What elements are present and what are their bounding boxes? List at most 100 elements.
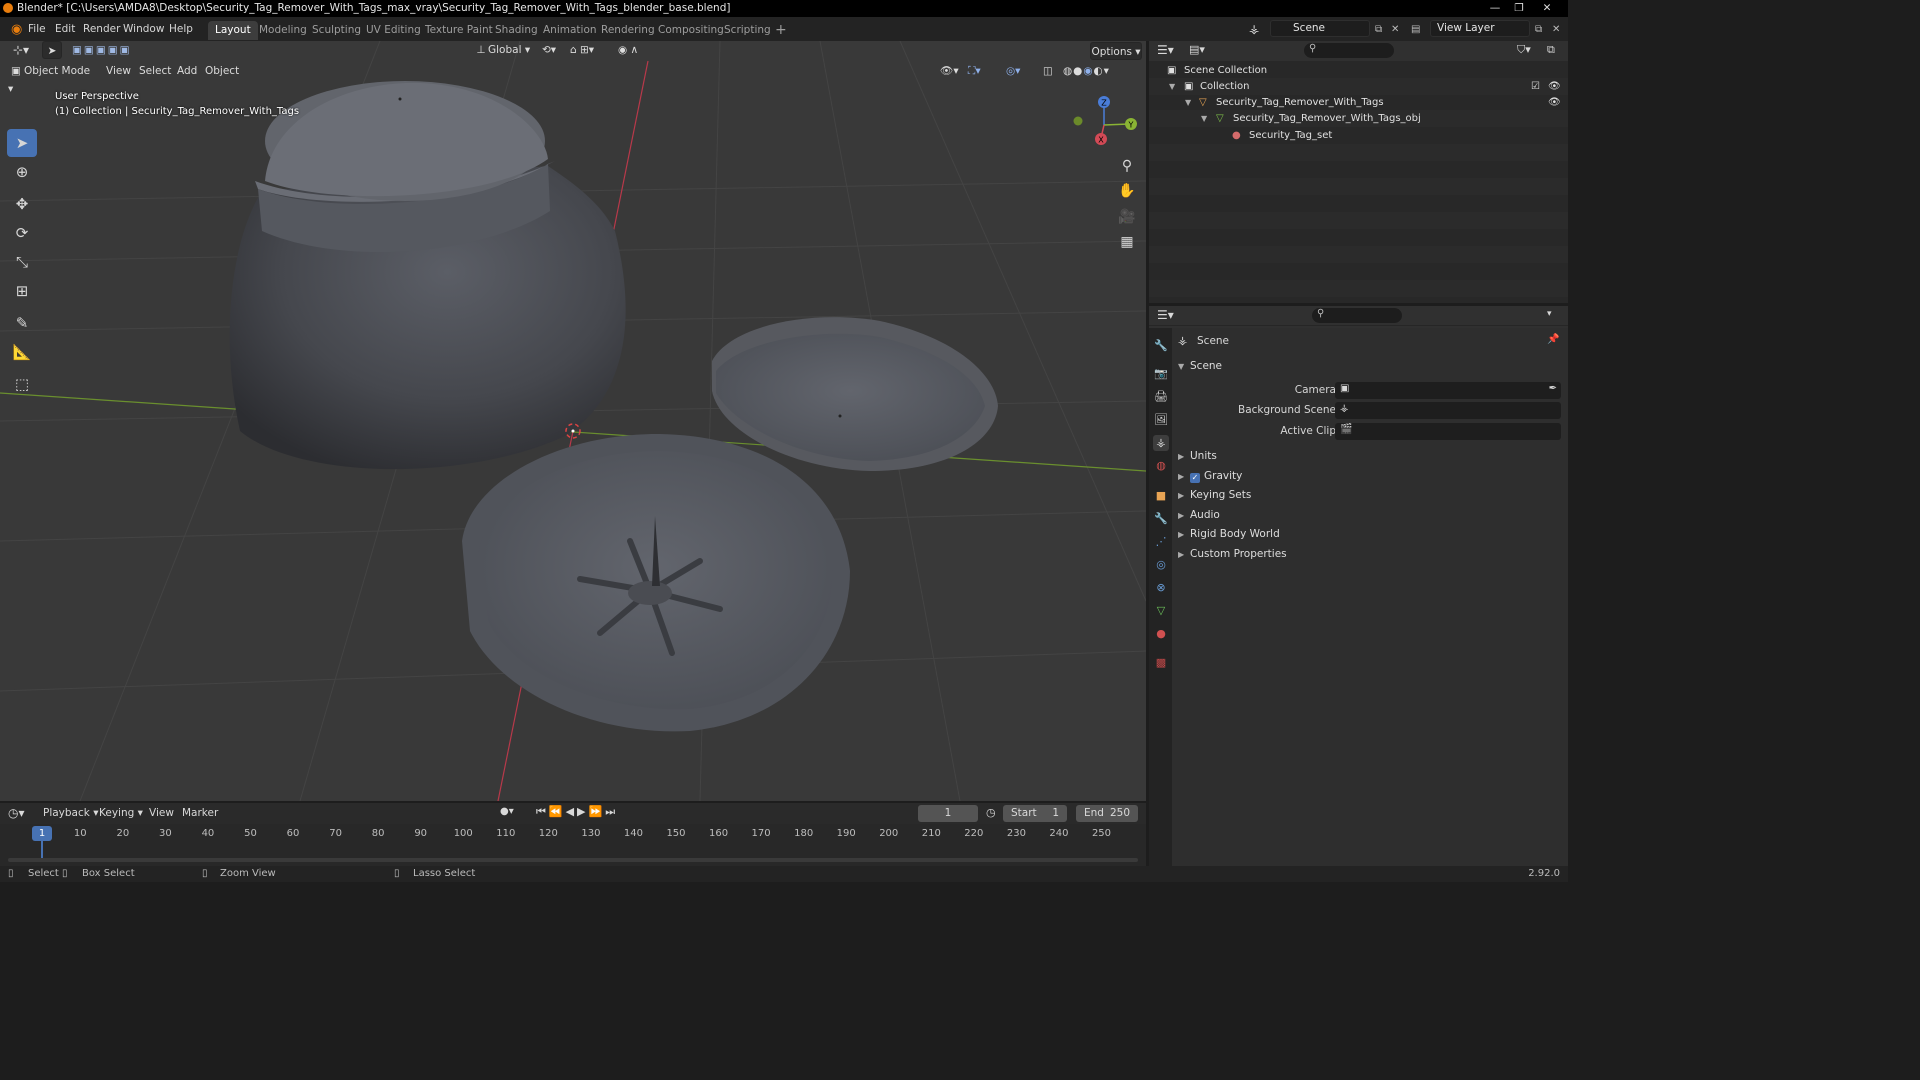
options-dropdown[interactable]: Options ▾ bbox=[1090, 42, 1142, 60]
background-scene-field[interactable]: ⚶ bbox=[1335, 402, 1561, 419]
3d-viewport[interactable]: Z Y X ⊹▾ ➤ ▣▣▣▣▣ ⊥ Global ▾ ⟲▾ ⌂ ⊞▾ ◉ ∧ O… bbox=[0, 41, 1146, 801]
menu-add[interactable]: Add bbox=[177, 62, 197, 80]
scene-name-field[interactable]: Scene bbox=[1270, 20, 1370, 37]
outliner-row-mesh[interactable]: ▼ ▽ Security_Tag_Remover_With_Tags_obj bbox=[1149, 110, 1568, 127]
render-tab-icon[interactable]: 📷 bbox=[1153, 366, 1169, 382]
outliner-editor-icon[interactable]: ☰▾ bbox=[1157, 43, 1174, 57]
panel-rigid-body-world[interactable]: ▶ Rigid Body World bbox=[1178, 525, 1280, 543]
transform-tool-icon[interactable]: ⊞ bbox=[7, 277, 37, 305]
display-mode-icon[interactable]: ▤▾ bbox=[1189, 43, 1205, 56]
object-tab-icon[interactable]: ■ bbox=[1153, 488, 1169, 504]
expand-arrow-icon[interactable]: ▼ bbox=[1185, 94, 1191, 111]
camera-view-icon[interactable]: 🎥 bbox=[1115, 205, 1139, 229]
scale-tool-icon[interactable]: ⤡ bbox=[7, 248, 37, 276]
timeline-editor-icon[interactable]: ◷▾ bbox=[8, 806, 25, 820]
panel-units[interactable]: ▶ Units bbox=[1178, 447, 1217, 465]
gizmo-toggle-icon[interactable]: ⛶▾ bbox=[968, 62, 998, 80]
panel-audio[interactable]: ▶ Audio bbox=[1178, 506, 1220, 524]
menu-file[interactable]: File bbox=[23, 21, 51, 38]
expand-arrow-icon[interactable]: ▼ bbox=[1201, 110, 1207, 127]
remove-view-layer-icon[interactable]: ✕ bbox=[1547, 21, 1565, 38]
panel-scene-header[interactable]: ▼ Scene bbox=[1178, 357, 1222, 375]
particles-tab-icon[interactable]: ⋰ bbox=[1153, 534, 1169, 550]
camera-field[interactable]: ▣ ✒ bbox=[1335, 382, 1561, 399]
gravity-checkbox[interactable]: ✓ bbox=[1190, 473, 1200, 483]
eyedropper-icon[interactable]: ✒ bbox=[1549, 383, 1557, 394]
pin-icon[interactable]: 📌 bbox=[1547, 334, 1559, 345]
outliner-row-collection[interactable]: ▼ ▣ Collection ☑ 👁 bbox=[1149, 78, 1568, 95]
outliner-row-object[interactable]: ▼ ▽ Security_Tag_Remover_With_Tags 👁 bbox=[1149, 94, 1568, 111]
preview-range-icon[interactable]: ◷ bbox=[986, 806, 996, 819]
pivot-point-icon[interactable]: ⟲▾ bbox=[542, 41, 566, 59]
tilted-lid-object[interactable] bbox=[712, 317, 998, 471]
properties-search-input[interactable]: ⚲ bbox=[1312, 308, 1402, 323]
panel-gravity[interactable]: ▶ ✓ Gravity bbox=[1178, 467, 1242, 485]
object-mode-dropdown[interactable]: ▣ Object Mode ▾ bbox=[8, 62, 98, 95]
auto-keying-icon[interactable]: ●▾ bbox=[500, 806, 514, 817]
data-tab-icon[interactable]: ▽ bbox=[1153, 603, 1169, 619]
ortho-toggle-icon[interactable]: ▦ bbox=[1115, 230, 1139, 254]
menu-playback[interactable]: Playback ▾ bbox=[43, 807, 98, 819]
xray-toggle-icon[interactable]: ◫ bbox=[1043, 62, 1057, 80]
menu-view[interactable]: View bbox=[106, 62, 131, 80]
minimize-button[interactable]: — bbox=[1484, 0, 1506, 17]
base-plate-object[interactable] bbox=[462, 433, 850, 732]
current-frame-field[interactable]: 1 bbox=[918, 805, 978, 822]
exclude-checkbox-icon[interactable]: ☑ bbox=[1531, 78, 1540, 95]
selection-mode-icons[interactable]: ▣▣▣▣▣ bbox=[72, 41, 152, 59]
material-tab-icon[interactable]: ● bbox=[1153, 626, 1169, 642]
menu-window[interactable]: Window bbox=[118, 21, 169, 38]
proportional-edit-icon[interactable]: ◉ ∧ bbox=[618, 41, 648, 59]
chevron-down-icon[interactable]: ▾ bbox=[1547, 309, 1552, 319]
snap-icon[interactable]: ⌂ ⊞▾ bbox=[570, 41, 610, 59]
editor-type-icon[interactable]: ⊹▾ bbox=[8, 41, 34, 59]
panel-keying-sets[interactable]: ▶ Keying Sets bbox=[1178, 486, 1251, 504]
pan-hand-icon[interactable]: ✋ bbox=[1115, 179, 1139, 203]
menu-edit[interactable]: Edit bbox=[50, 21, 80, 38]
constraints-tab-icon[interactable]: ⊗ bbox=[1153, 580, 1169, 596]
modifier-tab-icon[interactable]: 🔧 bbox=[1153, 511, 1169, 527]
eye-icon[interactable]: 👁 bbox=[1548, 94, 1561, 111]
shading-mode-icons[interactable]: ◍●◉◐▾ bbox=[1063, 62, 1135, 80]
menu-view[interactable]: View bbox=[149, 807, 174, 819]
measure-tool-icon[interactable]: 📐 bbox=[7, 338, 37, 366]
outliner-row-material[interactable]: ● Security_Tag_set bbox=[1149, 127, 1568, 144]
timeline-ruler[interactable]: 1 10 20 30 40 50 60 70 80 90 100 110 120 130 140 150 160… bbox=[0, 824, 1146, 866]
properties-editor-icon[interactable]: ☰▾ bbox=[1157, 308, 1174, 322]
scene-tab-icon[interactable]: ⚶ bbox=[1153, 435, 1169, 451]
panel-custom-properties[interactable]: ▶ Custom Properties bbox=[1178, 545, 1287, 563]
start-frame-field[interactable]: Start 1 bbox=[1003, 805, 1067, 822]
menu-select[interactable]: Select bbox=[139, 62, 171, 80]
view-layer-field[interactable]: View Layer bbox=[1430, 20, 1530, 37]
view-layer-icon[interactable]: ▤ bbox=[1406, 21, 1425, 38]
remove-scene-icon[interactable]: ✕ bbox=[1386, 21, 1404, 38]
dome-object[interactable] bbox=[229, 81, 626, 470]
new-scene-icon[interactable]: ⧉ bbox=[1370, 21, 1387, 38]
navigation-gizmo[interactable]: Z Y X bbox=[1073, 96, 1138, 145]
cursor-tool-icon[interactable]: ⊕ bbox=[7, 158, 37, 186]
active-clip-field[interactable]: 🎬 bbox=[1335, 423, 1561, 440]
eye-icon[interactable]: 👁 bbox=[1548, 78, 1561, 95]
add-cube-tool-icon[interactable]: ⬚ bbox=[7, 370, 37, 398]
menu-marker[interactable]: Marker bbox=[182, 807, 218, 819]
filter-icon[interactable]: ⛉▾ bbox=[1517, 43, 1531, 57]
select-tool-icon[interactable]: ➤ bbox=[42, 41, 62, 59]
zoom-icon[interactable]: ⚲ bbox=[1115, 154, 1139, 178]
scene-selector-icon[interactable]: ⚶ bbox=[1244, 21, 1264, 38]
menu-help[interactable]: Help bbox=[164, 21, 198, 38]
physics-tab-icon[interactable]: ◎ bbox=[1153, 557, 1169, 573]
move-tool-icon[interactable]: ✥ bbox=[7, 190, 37, 218]
playback-controls[interactable]: ⏮⏪◀▶⏩⏭ bbox=[536, 805, 618, 819]
menu-keying[interactable]: Keying ▾ bbox=[99, 807, 143, 819]
timeline-scrollbar[interactable] bbox=[8, 858, 1138, 862]
transform-orientation-dropdown[interactable]: ⊥ Global ▾ bbox=[474, 41, 538, 59]
maximize-button[interactable]: ❐ bbox=[1508, 0, 1530, 17]
texture-tab-icon[interactable]: ▩ bbox=[1153, 655, 1169, 671]
annotate-tool-icon[interactable]: ✎ bbox=[7, 309, 37, 337]
new-view-layer-icon[interactable]: ⧉ bbox=[1530, 21, 1547, 38]
close-button[interactable]: ✕ bbox=[1536, 0, 1558, 17]
tab-layout[interactable]: Layout bbox=[208, 21, 258, 40]
new-collection-icon[interactable]: ⧉ bbox=[1547, 43, 1555, 57]
world-tab-icon[interactable]: ◍ bbox=[1153, 458, 1169, 474]
expand-arrow-icon[interactable]: ▼ bbox=[1169, 78, 1175, 95]
